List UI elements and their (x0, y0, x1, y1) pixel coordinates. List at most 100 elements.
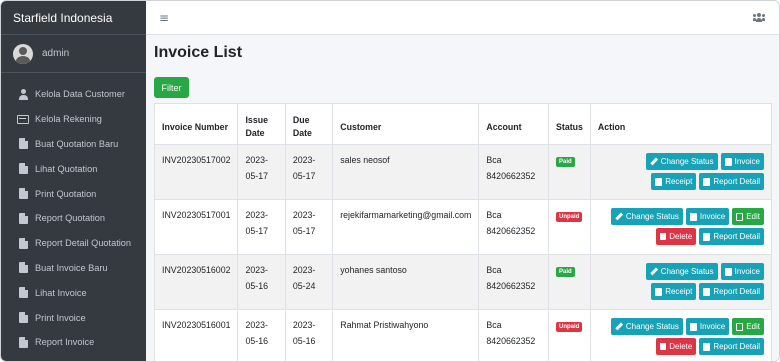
issue-date-cell: 2023-05-16 (237, 309, 286, 361)
user-name: admin (42, 48, 70, 59)
brand-title[interactable]: Starfield Indonesia (1, 1, 146, 35)
pencil-icon (615, 322, 623, 331)
change-status-button[interactable]: Change Status (610, 318, 683, 335)
change-status-button[interactable]: Change Status (610, 208, 683, 225)
delete-button[interactable]: Delete (656, 338, 697, 355)
invoice-table: Invoice Number Issue Date Due Date Custo… (153, 103, 773, 361)
change-status-button[interactable]: Change Status (645, 153, 718, 170)
column-header-account[interactable]: Account (478, 103, 550, 145)
column-header-action: Action (589, 103, 773, 145)
sidebar-item-label: Report Invoice (35, 337, 95, 348)
report-detail-button[interactable]: Report Detail (699, 338, 764, 355)
invoice-button[interactable]: Invoice (685, 318, 730, 335)
invoice-number-cell: INV20230516002 (153, 254, 239, 310)
file-icon (703, 232, 711, 241)
trash-icon (660, 343, 667, 350)
column-header-due-date[interactable]: Due Date (284, 103, 334, 145)
customer-cell: Rahmat Pristiwahyono (332, 309, 480, 361)
status-cell: Paid (548, 254, 591, 310)
pencil-icon (615, 212, 623, 221)
status-badge: Unpaid (556, 322, 583, 332)
sidebar-item-report-invoice[interactable]: Report Invoice (1, 330, 146, 355)
receipt-button[interactable]: Receipt (651, 283, 697, 300)
button-label: Invoice (699, 211, 726, 221)
column-header-customer[interactable]: Customer (332, 103, 480, 145)
status-badge: Paid (556, 267, 575, 277)
sidebar-item-label: Buat Invoice Baru (35, 262, 108, 273)
sidebar-item-kelola-rekening[interactable]: Kelola Rekening (1, 107, 146, 132)
avatar (13, 43, 33, 64)
invoice-button[interactable]: Invoice (720, 153, 764, 170)
status-badge: Unpaid (556, 212, 583, 222)
invoice-number-cell: INV20230517001 (153, 199, 239, 255)
button-label: Change Status (660, 266, 714, 276)
customer-cell: yohanes santoso (332, 254, 480, 310)
invoice-number-cell: INV20230517002 (153, 144, 239, 200)
sidebar-item-label: Report Quotation (35, 213, 105, 224)
issue-date-cell: 2023-05-16 (237, 254, 286, 310)
sidebar-item-label: Lihat Invoice (35, 287, 87, 298)
sidebar-item-kelola-data-customer[interactable]: Kelola Data Customer (1, 82, 146, 107)
sidebar-item-report-detail-quotation[interactable]: Report Detail Quotation (1, 231, 146, 256)
file-icon (17, 163, 29, 175)
button-label: Report Detail (713, 341, 760, 351)
sidebar-item-buat-quotation-baru[interactable]: Buat Quotation Baru (1, 132, 146, 157)
table-row: INV20230516001 2023-05-16 2023-05-16 Rah… (153, 309, 773, 361)
edit-button[interactable]: Edit (732, 318, 764, 335)
sidebar-item-buat-invoice-baru[interactable]: Buat Invoice Baru (1, 256, 146, 281)
hamburger-menu-icon[interactable]: ≡ (159, 11, 169, 25)
invoice-button[interactable]: Invoice (720, 263, 764, 280)
sidebar-item-lihat-quotation[interactable]: Lihat Quotation (1, 156, 146, 181)
sidebar-item-print-invoice[interactable]: Print Invoice (1, 305, 146, 330)
table-row: INV20230516002 2023-05-16 2023-05-24 yoh… (153, 254, 773, 310)
column-header-invoice-number[interactable]: Invoice Number (153, 103, 239, 145)
column-header-issue-date[interactable]: Issue Date (237, 103, 286, 145)
button-label: Delete (669, 341, 693, 351)
user-panel[interactable]: admin (1, 35, 146, 73)
column-header-status[interactable]: Status (548, 103, 591, 145)
sidebar-item-lihat-invoice[interactable]: Lihat Invoice (1, 280, 146, 305)
button-label: Receipt (665, 286, 693, 296)
edit-icon (736, 212, 744, 221)
file-icon (724, 157, 732, 166)
edit-button[interactable]: Edit (732, 208, 764, 225)
file-icon (17, 287, 29, 299)
sidebar-item-label: Kelola Data Customer (35, 89, 125, 100)
action-cell: Change Status Invoice Edit Delete Report… (589, 309, 773, 361)
receipt-button[interactable]: Receipt (651, 173, 697, 190)
button-label: Report Detail (713, 286, 760, 296)
sidebar-item-label: Print Quotation (35, 188, 97, 199)
file-icon (689, 322, 697, 331)
topbar: ≡ (146, 1, 779, 35)
sidebar-item-print-quotation[interactable]: Print Quotation (1, 181, 146, 206)
report-detail-button[interactable]: Report Detail (699, 283, 764, 300)
invoice-number-cell: INV20230516001 (153, 309, 239, 361)
table-header-row: Invoice Number Issue Date Due Date Custo… (153, 103, 773, 145)
status-badge: Paid (556, 157, 575, 167)
button-label: Edit (746, 321, 760, 331)
status-cell: Unpaid (548, 199, 591, 255)
delete-button[interactable]: Delete (656, 228, 697, 245)
sidebar-item-label: Buat Quotation Baru (35, 138, 119, 149)
button-label: Invoice (699, 321, 726, 331)
report-detail-button[interactable]: Report Detail (699, 173, 764, 190)
page-title: Invoice List (154, 44, 243, 61)
user-icon (17, 88, 29, 100)
sidebar-item-label: Report Detail Quotation (35, 238, 132, 249)
sidebar-item-report-quotation[interactable]: Report Quotation (1, 206, 146, 231)
button-label: Invoice (734, 266, 760, 276)
filter-button[interactable]: Filter (154, 77, 189, 98)
invoice-button[interactable]: Invoice (685, 208, 730, 225)
report-detail-button[interactable]: Report Detail (699, 228, 764, 245)
file-icon (703, 287, 711, 296)
file-icon (17, 336, 29, 348)
status-cell: Paid (548, 144, 591, 200)
sidebar-item-label: Lihat Quotation (35, 163, 98, 174)
file-icon (17, 312, 29, 324)
file-icon (17, 212, 29, 224)
pencil-icon (649, 267, 658, 276)
change-status-button[interactable]: Change Status (645, 263, 718, 280)
account-cell: Bca 8420662352 (478, 144, 550, 200)
button-label: Report Detail (713, 176, 760, 186)
users-icon[interactable] (753, 13, 765, 22)
